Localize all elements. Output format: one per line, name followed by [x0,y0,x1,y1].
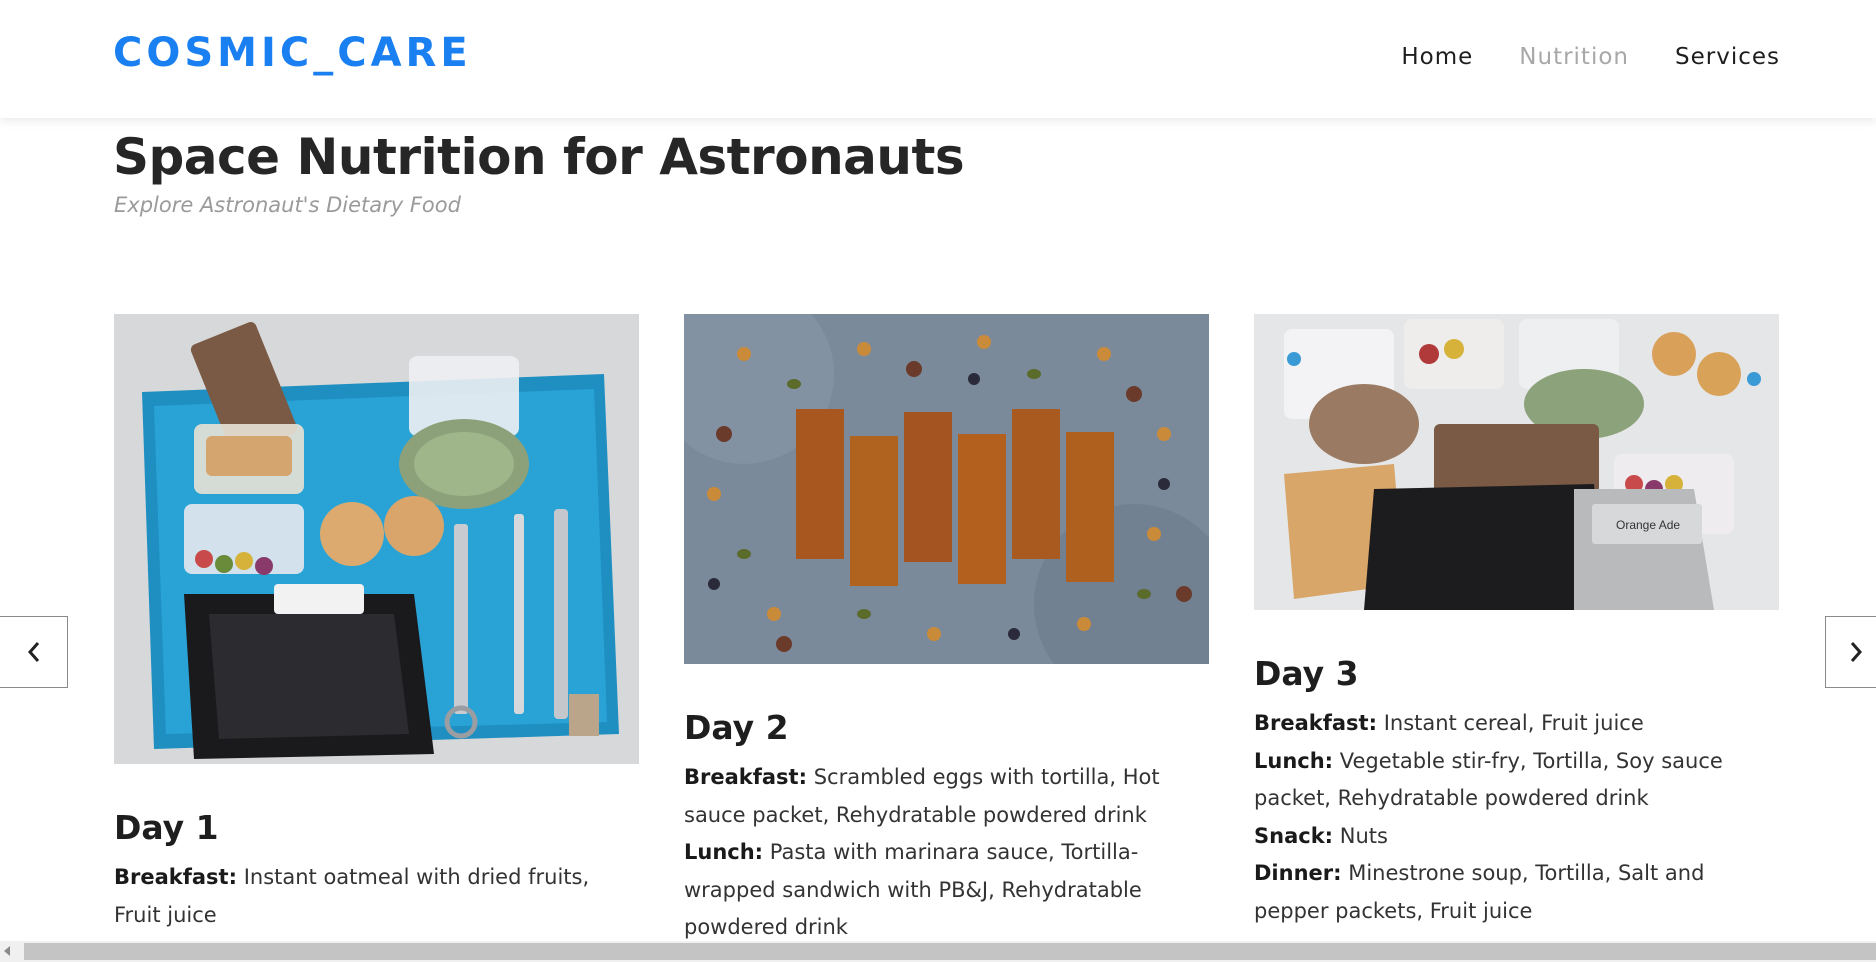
day-card-3: Orange Ade Day 3 Breakfast: Instant cere… [1254,314,1779,930]
packaged-food-image: Orange Ade [1254,314,1779,610]
scrollbar-thumb[interactable] [24,943,1876,960]
granola-bars-image [684,314,1209,664]
day-title: Day 3 [1254,654,1359,693]
carousel-prev-button[interactable] [0,616,68,688]
orange-ade-label: Orange Ade [1616,518,1680,532]
day-title: Day 2 [684,708,789,747]
chevron-left-icon [27,642,39,662]
meal-text: Instant cereal, Fruit juice [1383,711,1644,735]
meal-list: Breakfast: Instant cereal, Fruit juice L… [1254,705,1779,930]
meal-dinner: Dinner: Minestrone soup, Tortilla, Salt … [1254,855,1779,930]
meal-label: Lunch: [1254,748,1334,773]
meal-breakfast: Breakfast: Instant oatmeal with dried fr… [114,859,639,934]
day-title: Day 1 [114,808,219,847]
meal-breakfast: Breakfast: Scrambled eggs with tortilla,… [684,759,1209,834]
meal-label: Breakfast: [114,865,237,889]
day-card-2: Day 2 Breakfast: Scrambled eggs with tor… [684,314,1209,947]
meal-lunch: Lunch: Vegetable stir-fry, Tortilla, Soy… [1254,743,1779,818]
meal-snack: Snack: Nuts [1254,818,1779,856]
page-title: Space Nutrition for Astronauts [113,128,965,186]
meal-breakfast: Breakfast: Instant cereal, Fruit juice [1254,705,1779,743]
scroll-left-icon[interactable] [4,946,10,956]
meal-lunch: Lunch: Pasta with marinara sauce, Tortil… [684,834,1209,947]
site-logo[interactable]: COSMIC_CARE [113,30,472,76]
site-header: COSMIC_CARE Home Nutrition Services [0,0,1876,118]
nav-nutrition[interactable]: Nutrition [1519,44,1629,70]
meal-list: Breakfast: Instant oatmeal with dried fr… [114,859,639,934]
day-card-1: Day 1 Breakfast: Instant oatmeal with dr… [114,314,639,934]
nav-home[interactable]: Home [1401,44,1473,70]
nav-services[interactable]: Services [1675,44,1780,70]
meal-label: Breakfast: [1254,711,1377,735]
carousel-next-button[interactable] [1825,616,1876,688]
meal-tray-image [114,314,639,764]
meal-text: Nuts [1339,823,1388,848]
main-nav: Home Nutrition Services [1401,44,1780,70]
meal-label: Lunch: [684,840,764,864]
meal-label: Snack: [1254,823,1334,848]
chevron-right-icon [1850,642,1862,662]
meal-label: Breakfast: [684,765,807,789]
horizontal-scrollbar[interactable] [0,941,1876,962]
page-subtitle: Explore Astronaut's Dietary Food [114,193,461,217]
meal-list: Breakfast: Scrambled eggs with tortilla,… [684,759,1209,947]
meal-label: Dinner: [1254,861,1342,885]
